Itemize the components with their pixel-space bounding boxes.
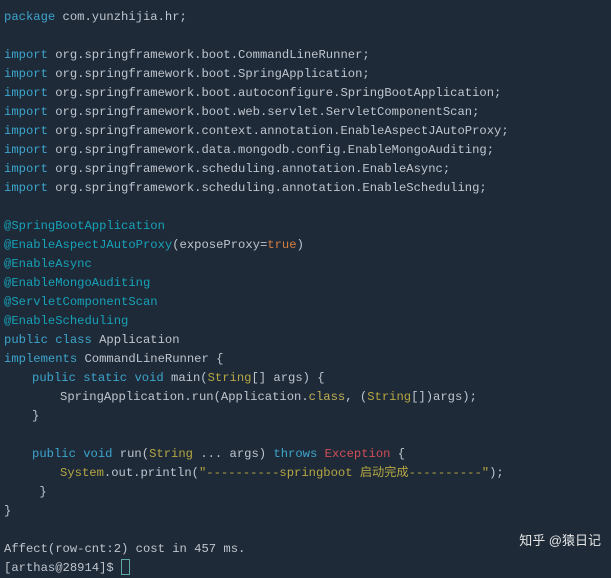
import-line: import org.springframework.scheduling.an…: [4, 179, 607, 198]
import-path: org.springframework.boot.autoconfigure.S…: [48, 86, 501, 100]
import-path: org.springframework.data.mongodb.config.…: [48, 143, 494, 157]
exception-type: Exception: [325, 447, 391, 461]
annotation: @ServletComponentScan: [4, 295, 158, 309]
open-brace: {: [390, 447, 405, 461]
string-type: String: [367, 390, 411, 404]
brace-close: }: [4, 502, 607, 521]
class-decl-line: public class Application: [4, 331, 607, 350]
package-name: com.yunzhijia.hr;: [55, 10, 187, 24]
public-keyword: public: [32, 447, 76, 461]
throws-keyword: throws: [273, 447, 317, 461]
run-call-c: [])args);: [411, 390, 477, 404]
import-line: import org.springframework.context.annot…: [4, 122, 607, 141]
annotation-line: @SpringBootApplication: [4, 217, 607, 236]
run-call-line: SpringApplication.run(Application.class,…: [4, 388, 607, 407]
class-keyword: class: [55, 333, 92, 347]
blank-line: [4, 27, 607, 46]
run-name: run(: [112, 447, 149, 461]
varargs: ... args): [193, 447, 273, 461]
brace-close: }: [4, 483, 607, 502]
package-keyword: package: [4, 10, 55, 24]
import-keyword: import: [4, 124, 48, 138]
println-line: System.out.println("----------springboot…: [4, 464, 607, 483]
true-literal: true: [267, 238, 296, 252]
run-call-a: SpringApplication.run(Application.: [60, 390, 309, 404]
package-line: package com.yunzhijia.hr;: [4, 8, 607, 27]
void-keyword: void: [83, 447, 112, 461]
main-sig-line: public static void main(String[] args) {: [4, 369, 607, 388]
main-args: [] args) {: [251, 371, 324, 385]
annotation-args: (exposeProxy=: [172, 238, 267, 252]
annotation-line: @EnableAsync: [4, 255, 607, 274]
import-keyword: import: [4, 86, 48, 100]
import-line: import org.springframework.boot.autoconf…: [4, 84, 607, 103]
annotation: @EnableMongoAuditing: [4, 276, 150, 290]
void-keyword: void: [134, 371, 163, 385]
annotation: @EnableAspectJAutoProxy: [4, 238, 172, 252]
interface-name: CommandLineRunner {: [77, 352, 223, 366]
string-type: String: [149, 447, 193, 461]
annotation-line: @EnableMongoAuditing: [4, 274, 607, 293]
import-path: org.springframework.boot.web.servlet.Ser…: [48, 105, 480, 119]
annotation: @SpringBootApplication: [4, 219, 165, 233]
import-keyword: import: [4, 143, 48, 157]
import-line: import org.springframework.scheduling.an…: [4, 160, 607, 179]
import-path: org.springframework.context.annotation.E…: [48, 124, 509, 138]
blank-line: [4, 521, 607, 540]
blank-line: [4, 426, 607, 445]
annotation-line: @EnableScheduling: [4, 312, 607, 331]
brace-close: }: [4, 407, 607, 426]
import-path: org.springframework.boot.CommandLineRunn…: [48, 48, 370, 62]
run-call-b: , (: [345, 390, 367, 404]
println-post: );: [489, 466, 504, 480]
prompt-line[interactable]: [arthas@28914]$: [4, 559, 607, 578]
paren-close: ): [297, 238, 304, 252]
class-name: Application: [92, 333, 180, 347]
public-keyword: public: [4, 333, 48, 347]
string-literal: "----------springboot 启动完成----------": [199, 466, 489, 480]
import-keyword: import: [4, 48, 48, 62]
import-path: org.springframework.scheduling.annotatio…: [48, 181, 487, 195]
annotation: @EnableAsync: [4, 257, 92, 271]
import-keyword: import: [4, 162, 48, 176]
static-keyword: static: [83, 371, 127, 385]
import-path: org.springframework.scheduling.annotatio…: [48, 162, 450, 176]
import-keyword: import: [4, 67, 48, 81]
implements-keyword: implements: [4, 352, 77, 366]
println-pre: .out.println(: [104, 466, 199, 480]
import-keyword: import: [4, 181, 48, 195]
import-path: org.springframework.boot.SpringApplicati…: [48, 67, 370, 81]
affect-line: Affect(row-cnt:2) cost in 457 ms.: [4, 540, 607, 559]
import-keyword: import: [4, 105, 48, 119]
system-var: System: [60, 466, 104, 480]
shell-prompt: [arthas@28914]$: [4, 561, 121, 575]
blank-line: [4, 198, 607, 217]
cursor-icon: [121, 559, 130, 575]
class-literal: class: [309, 390, 346, 404]
import-line: import org.springframework.boot.SpringAp…: [4, 65, 607, 84]
main-name: main(: [164, 371, 208, 385]
implements-line: implements CommandLineRunner {: [4, 350, 607, 369]
public-keyword: public: [32, 371, 76, 385]
import-line: import org.springframework.data.mongodb.…: [4, 141, 607, 160]
watermark: 知乎 @猿日记: [519, 531, 601, 550]
string-type: String: [208, 371, 252, 385]
run-sig-line: public void run(String ... args) throws …: [4, 445, 607, 464]
annotation-line: @EnableAspectJAutoProxy(exposeProxy=true…: [4, 236, 607, 255]
import-line: import org.springframework.boot.web.serv…: [4, 103, 607, 122]
annotation-line: @ServletComponentScan: [4, 293, 607, 312]
annotation: @EnableScheduling: [4, 314, 128, 328]
import-line: import org.springframework.boot.CommandL…: [4, 46, 607, 65]
